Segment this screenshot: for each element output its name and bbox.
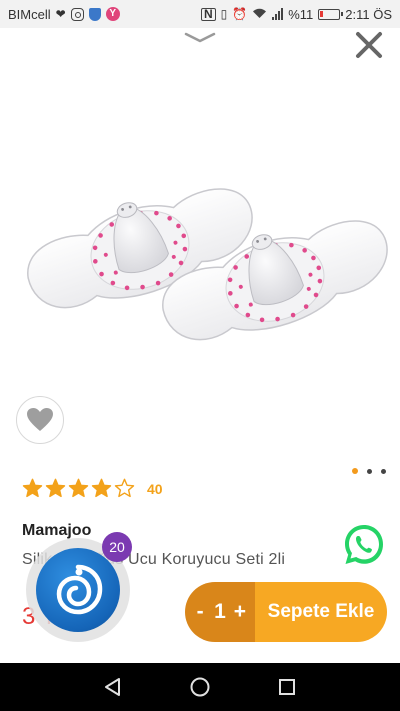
star-filled-icon: [45, 478, 66, 498]
quantity-value: 1: [214, 600, 226, 623]
chat-badge: 20: [102, 532, 132, 562]
chevron-down-icon: [184, 32, 216, 43]
close-icon: [356, 32, 382, 58]
heart-icon: ❤: [55, 6, 66, 21]
status-right: N ▯ ⏰ %11 2:11 ÖS: [200, 6, 392, 22]
clock: 2:11 ÖS: [345, 6, 392, 22]
signal-icon: [272, 8, 284, 20]
spiral-logo-icon: [56, 564, 103, 615]
battery-percent: %11: [288, 6, 314, 22]
alarm-icon: ⏰: [232, 7, 248, 21]
nipple-shields-image: [27, 188, 388, 341]
status-bar: BIMcell ❤ Y N ▯ ⏰ %11 2:11 ÖS: [0, 0, 400, 28]
wifi-icon: [252, 7, 267, 22]
back-triangle-icon: [105, 678, 121, 696]
star-filled-icon: [68, 478, 89, 498]
collapse-handle[interactable]: [184, 30, 216, 44]
back-button[interactable]: [100, 674, 126, 700]
home-circle-icon: [190, 677, 210, 697]
image-pager[interactable]: [352, 468, 386, 474]
rating[interactable]: 40: [22, 478, 163, 499]
pager-dot-active[interactable]: [352, 468, 358, 474]
add-to-cart-bar: - 1 + Sepete Ekle: [185, 582, 387, 642]
review-count[interactable]: 40: [147, 481, 163, 497]
recents-button[interactable]: [274, 674, 300, 700]
whatsapp-icon: [345, 525, 383, 564]
increase-button[interactable]: +: [232, 600, 248, 624]
status-left: BIMcell ❤ Y: [8, 7, 120, 22]
carrier-label: BIMcell: [8, 6, 51, 22]
favorite-button[interactable]: [16, 396, 64, 444]
star-filled-icon: [22, 478, 43, 498]
pager-dot[interactable]: [381, 468, 386, 474]
navigation-bar: [0, 663, 400, 711]
chat-logo: [36, 548, 120, 632]
star-filled-icon: [91, 478, 112, 498]
quantity-stepper: - 1 +: [185, 582, 255, 642]
shield-icon: [88, 7, 101, 21]
heart-icon: [27, 408, 53, 431]
instagram-icon: [70, 7, 84, 21]
vibrate-icon: ▯: [220, 7, 228, 21]
rating-stars: [22, 478, 135, 499]
recents-square-icon: [278, 679, 295, 695]
chat-bubble[interactable]: 20: [26, 532, 132, 642]
add-to-cart-button[interactable]: Sepete Ekle: [255, 582, 387, 642]
home-button[interactable]: [187, 674, 213, 700]
pager-dot[interactable]: [367, 468, 372, 474]
nfc-icon: N: [200, 7, 216, 21]
battery-icon: [318, 8, 344, 20]
star-empty-icon: [114, 478, 135, 498]
whatsapp-button[interactable]: [341, 522, 387, 568]
decrease-button[interactable]: -: [192, 600, 208, 624]
yandex-icon: Y: [105, 7, 120, 21]
close-button[interactable]: [352, 28, 386, 62]
product-image[interactable]: [0, 150, 400, 380]
